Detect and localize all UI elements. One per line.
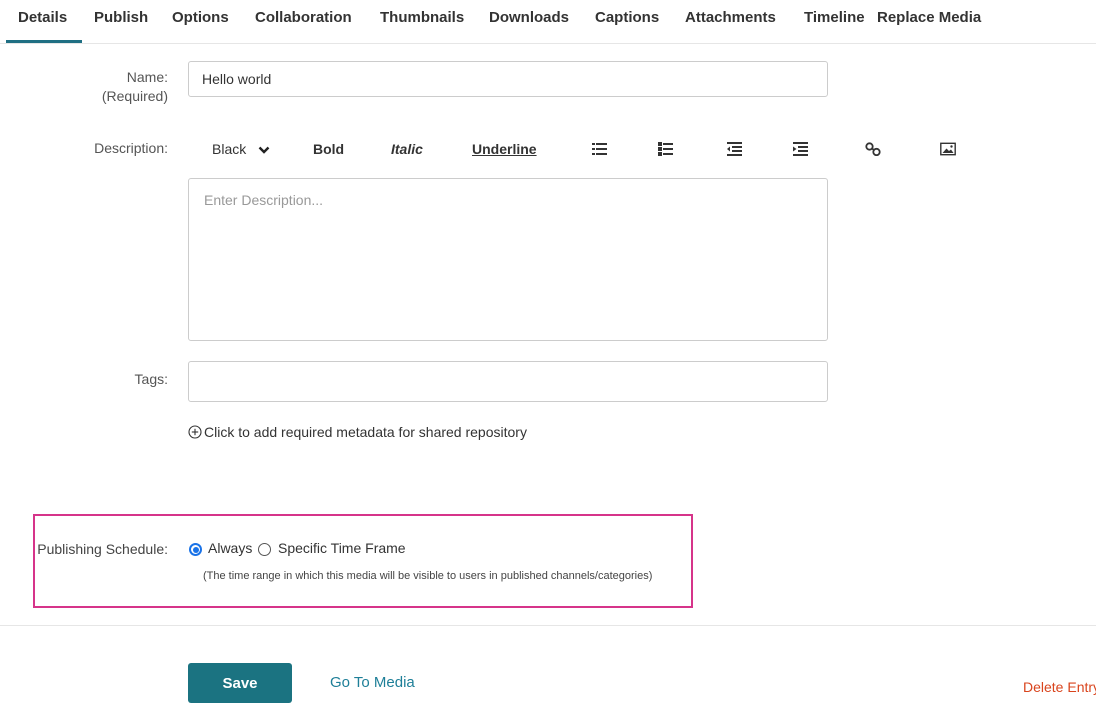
underline-button[interactable]: Underline (472, 141, 537, 157)
publishing-schedule-label: Publishing Schedule: (37, 541, 168, 557)
add-metadata-label: Click to add required metadata for share… (204, 424, 527, 440)
text-color-select[interactable]: Black (212, 141, 270, 157)
italic-button[interactable]: Italic (391, 141, 423, 157)
radio-specific-time-frame[interactable] (258, 543, 271, 556)
name-required-label: (Required) (101, 88, 168, 104)
numbered-list-icon[interactable] (658, 142, 674, 156)
tab-collaboration[interactable]: Collaboration (255, 9, 352, 26)
radio-always-label: Always (208, 540, 253, 556)
radio-specific-label: Specific Time Frame (278, 540, 406, 556)
tab-attachments[interactable]: Attachments (685, 9, 776, 26)
name-label-group: Name: (Required) (60, 68, 168, 106)
bold-button[interactable]: Bold (313, 141, 344, 157)
outdent-icon[interactable] (727, 142, 743, 156)
name-label: Name: (126, 69, 168, 85)
add-metadata-link[interactable]: Click to add required metadata for share… (188, 424, 527, 440)
tab-thumbnails[interactable]: Thumbnails (380, 9, 464, 26)
description-label: Description: (94, 140, 168, 156)
divider (0, 625, 1096, 626)
publishing-hint: (The time range in which this media will… (203, 570, 653, 582)
go-to-media-link[interactable]: Go To Media (330, 674, 415, 691)
tab-options[interactable]: Options (172, 9, 229, 26)
tab-replace-media[interactable]: Replace Media (877, 9, 981, 26)
tab-captions[interactable]: Captions (595, 9, 659, 26)
save-button[interactable]: Save (188, 663, 292, 703)
radio-always[interactable] (189, 543, 202, 556)
tags-label: Tags: (134, 371, 168, 387)
indent-icon[interactable] (793, 142, 809, 156)
image-icon[interactable] (940, 142, 956, 156)
tab-details[interactable]: Details (18, 9, 67, 26)
chevron-down-icon (258, 146, 270, 154)
bulleted-list-icon[interactable] (592, 142, 608, 156)
text-color-value: Black (212, 141, 247, 157)
tags-input[interactable] (188, 361, 828, 402)
plus-circle-icon (188, 425, 202, 439)
delete-entry-link[interactable]: Delete Entry (1023, 679, 1096, 695)
tab-publish[interactable]: Publish (94, 9, 148, 26)
description-textarea[interactable]: Enter Description... (188, 178, 828, 341)
tab-bar: Details Publish Options Collaboration Th… (0, 0, 1096, 44)
publishing-schedule-highlight (33, 514, 693, 608)
active-tab-indicator (6, 40, 82, 43)
tab-timeline[interactable]: Timeline (804, 9, 865, 26)
link-icon[interactable] (865, 142, 881, 156)
name-input[interactable]: Hello world (188, 61, 828, 97)
tab-downloads[interactable]: Downloads (489, 9, 569, 26)
